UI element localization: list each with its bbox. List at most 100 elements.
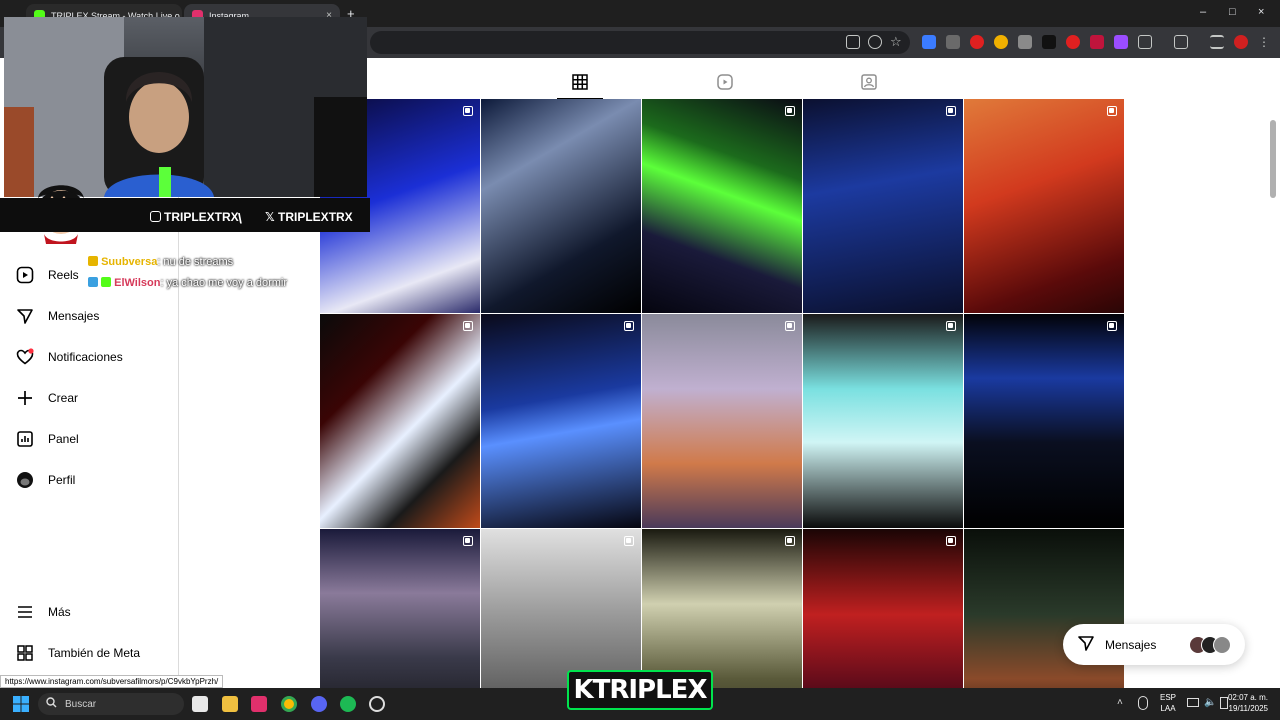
reels-icon (16, 266, 34, 284)
extension-icon[interactable] (946, 35, 960, 49)
extension-icon[interactable] (1066, 35, 1080, 49)
extension-icon[interactable] (1090, 35, 1104, 49)
tab-tagged-icon[interactable] (861, 74, 877, 90)
sidebar-item-mas[interactable]: Más (16, 598, 71, 626)
post-thumbnail[interactable] (481, 99, 641, 313)
search-icon (46, 697, 57, 711)
sidebar-item-reels[interactable]: Reels (16, 261, 79, 289)
screenshot-icon[interactable] (1174, 35, 1188, 49)
tray-chevron-icon[interactable]: ˄ (1117, 697, 1123, 708)
stream-chat-overlay: Suubversa: nu de streams ElWilson: ya ch… (88, 252, 287, 294)
reading-list-icon[interactable] (1210, 35, 1224, 49)
messages-icon (16, 307, 34, 325)
messages-pill-button[interactable]: Mensajes (1063, 624, 1245, 665)
carousel-icon (463, 321, 473, 331)
chat-text: : nu de streams (157, 256, 234, 268)
page-scrollbar[interactable] (1270, 120, 1276, 198)
spotify-icon[interactable] (340, 696, 356, 712)
obs-icon[interactable] (369, 696, 385, 712)
menu-icon (16, 603, 34, 621)
post-thumbnail[interactable] (964, 529, 1124, 689)
carousel-icon (946, 536, 956, 546)
post-thumbnail[interactable] (964, 314, 1124, 528)
network-icon[interactable] (1187, 698, 1199, 707)
post-thumbnail[interactable] (642, 314, 802, 528)
webcam-feed (4, 17, 367, 197)
chrome-icon[interactable] (281, 696, 297, 712)
post-thumbnail[interactable] (320, 529, 480, 689)
chat-badge-icon (88, 256, 98, 266)
carousel-icon (624, 536, 634, 546)
zoom-icon[interactable] (868, 35, 882, 49)
post-thumbnail[interactable] (964, 99, 1124, 313)
carousel-icon (463, 536, 473, 546)
close-window-button[interactable]: × (1258, 6, 1264, 18)
language-indicator[interactable]: ESP LAA (1160, 692, 1176, 714)
post-thumbnail[interactable] (803, 314, 963, 528)
chat-message: Suubversa: nu de streams (88, 252, 287, 273)
extension-icon[interactable] (922, 35, 936, 49)
post-thumbnail[interactable] (642, 529, 802, 689)
post-thumbnail[interactable] (320, 314, 480, 528)
heart-icon (16, 348, 34, 366)
profile-avatar-icon[interactable] (1234, 35, 1248, 49)
sidebar-item-label: Perfil (48, 473, 76, 487)
chat-message: ElWilson: ya chao me voy a dormir (88, 273, 287, 294)
post-thumbnail[interactable] (803, 99, 963, 313)
post-thumbnail[interactable] (803, 529, 963, 689)
extensions-puzzle-icon[interactable] (1138, 35, 1152, 49)
sidebar-item-label: Mensajes (48, 309, 100, 323)
meta-icon (16, 644, 34, 662)
volume-icon[interactable]: 🔈 (1204, 697, 1216, 708)
avatar (1213, 635, 1231, 654)
chat-text: : ya chao me voy a dormir (160, 277, 288, 289)
tab-reels-icon[interactable] (717, 74, 733, 90)
sidebar-item-perfil[interactable]: Perfil (16, 466, 75, 494)
extension-icon[interactable] (994, 35, 1008, 49)
profile-tabs (320, 66, 1127, 99)
carousel-icon (785, 106, 795, 116)
more-menu-icon[interactable]: ⋮ (1258, 35, 1272, 49)
post-thumbnail[interactable] (642, 99, 802, 313)
address-bar[interactable] (370, 31, 910, 54)
tab-posts-grid-icon[interactable] (572, 74, 588, 90)
link-status-url: https://www.instagram.com/subversafilmor… (0, 675, 224, 688)
file-explorer-icon[interactable] (222, 696, 238, 712)
carousel-icon (463, 106, 473, 116)
sidebar-item-label: Notificaciones (48, 350, 123, 364)
extension-icon[interactable] (970, 35, 984, 49)
extension-icon[interactable] (1114, 35, 1128, 49)
system-clock[interactable]: 02:07 a. m. 19/11/2025 (1228, 692, 1268, 714)
discord-icon[interactable] (311, 696, 327, 712)
sidebar-item-tambien-de-meta[interactable]: También de Meta (16, 639, 140, 667)
bookmark-star-icon[interactable]: ☆ (890, 35, 904, 49)
posts-grid (320, 99, 1128, 689)
extension-icon[interactable] (1042, 35, 1056, 49)
post-thumbnail[interactable] (481, 314, 641, 528)
sidebar-item-label: Panel (48, 432, 79, 446)
battery-icon[interactable] (1220, 697, 1228, 709)
carousel-icon (946, 106, 956, 116)
minimize-button[interactable]: – (1200, 6, 1206, 18)
carousel-icon (785, 536, 795, 546)
taskbar-search[interactable]: Buscar (38, 693, 184, 715)
chat-badge-icon (88, 277, 98, 287)
widgets-icon[interactable] (192, 696, 208, 712)
sidebar-item-mensajes[interactable]: Mensajes (16, 302, 99, 330)
microphone-icon[interactable] (1138, 696, 1148, 710)
instagram-icon (150, 211, 161, 222)
chat-badge-icon (101, 277, 112, 287)
sidebar-item-label: También de Meta (48, 646, 141, 660)
sidebar-item-panel[interactable]: Panel (16, 425, 79, 453)
post-thumbnail[interactable] (481, 529, 641, 689)
stream-logo: KTRIPLEX (567, 670, 713, 710)
sidebar-item-notificaciones[interactable]: Notificaciones (16, 343, 123, 371)
windows-start-icon[interactable] (13, 696, 29, 712)
carousel-icon (624, 321, 634, 331)
maximize-button[interactable]: □ (1229, 6, 1236, 18)
extension-icon[interactable] (1018, 35, 1032, 49)
sidebar-item-crear[interactable]: Crear (16, 384, 78, 412)
chat-username: Suubversa (101, 256, 158, 268)
instagram-app-icon[interactable] (251, 696, 267, 712)
install-app-icon[interactable] (846, 35, 860, 49)
